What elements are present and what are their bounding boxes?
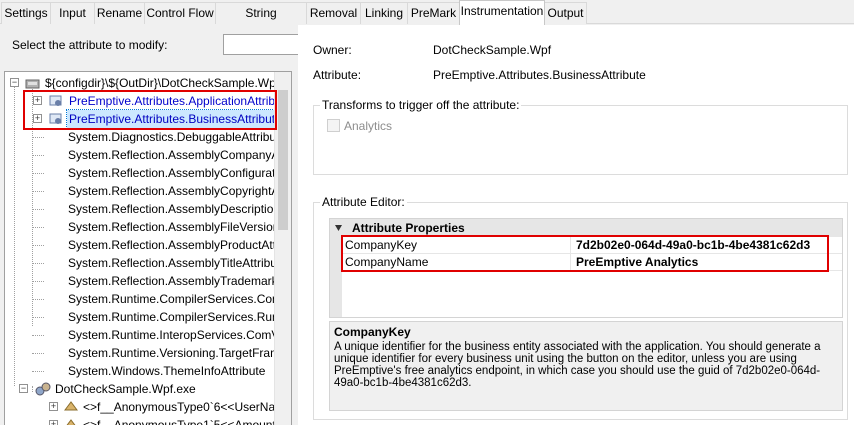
tree-item-label-selected: PreEmptive.Attributes.BusinessAttribute [66,109,285,129]
tree-root-node[interactable]: − ${configdir}\${OutDir}\DotCheckSample.… [7,74,289,92]
attribute-label: Attribute: [313,68,362,82]
expand-icon[interactable]: + [33,114,42,123]
transforms-group [313,105,848,175]
attribute-tree[interactable]: − ${configdir}\${OutDir}\DotCheckSample.… [4,71,292,425]
tree-item-application-attribute[interactable]: + PreEmptive.Attributes.ApplicationAttri… [25,92,291,110]
property-name: CompanyName [345,255,429,269]
scrollbar-thumb[interactable] [278,90,288,230]
class-icon [64,401,78,411]
tree-scrollbar[interactable] [274,72,291,425]
property-description: CompanyKey A unique identifier for the b… [329,321,843,411]
tab-control-flow[interactable]: Control Flow [144,2,216,24]
attribute-icon [49,113,62,124]
tab-input[interactable]: Input [50,2,95,24]
owner-label: Owner: [313,43,352,57]
property-name: CompanyKey [345,238,418,252]
transforms-group-title: Transforms to trigger off the attribute: [320,98,522,112]
expand-icon[interactable]: + [49,420,58,425]
tab-bar: Settings Input Rename Control Flow Strin… [0,0,854,40]
analytics-checkbox-label: Analytics [344,119,393,133]
tree-root-label: ${configdir}\${OutDir}\DotCheckSample.Wp… [45,76,290,90]
tab-premark[interactable]: PreMark [407,2,460,24]
select-attribute-label: Select the attribute to modify: [12,38,168,52]
expand-icon[interactable]: + [49,402,58,411]
tab-linking[interactable]: Linking [360,2,408,24]
attribute-editor-title: Attribute Editor: [320,195,407,209]
tab-string-encryption[interactable]: String Encryption [215,2,307,40]
attribute-icon [49,95,62,106]
attribute-value: PreEmptive.Attributes.BusinessAttribute [433,68,646,82]
analytics-checkbox[interactable] [327,119,340,132]
property-category-label: Attribute Properties [352,221,465,235]
attribute-selector-panel: Select the attribute to modify: − ${conf… [0,25,303,425]
tree-item-business-attribute[interactable]: + PreEmptive.Attributes.BusinessAttribut… [25,109,285,129]
module-icon [35,382,51,396]
collapse-icon[interactable]: − [19,384,28,393]
file-path-icon [25,79,40,89]
tab-removal[interactable]: Removal [306,2,361,24]
tab-rename[interactable]: Rename [94,2,145,24]
tab-instrumentation[interactable]: Instrumentation [459,0,545,25]
property-value-input[interactable]: 7d2b02e0-064d-49a0-bc1b-4be4381c62d3 [576,237,810,253]
property-row-companyname[interactable]: CompanyName PreEmptive Analytics [330,254,842,271]
property-value-input[interactable]: PreEmptive Analytics [576,254,698,270]
tree-module-label: DotCheckSample.Wpf.exe [55,382,196,396]
property-grid[interactable]: Attribute Properties CompanyKey 7d2b02e0… [329,218,843,318]
description-title: CompanyKey [334,325,411,339]
tab-settings[interactable]: Settings [1,2,51,24]
property-category-header[interactable]: Attribute Properties [330,219,842,237]
collapse-icon[interactable]: − [10,78,19,87]
tree-item-label: PreEmptive.Attributes.ApplicationAttribu… [69,94,292,108]
tab-output[interactable]: Output [544,2,587,24]
chevron-down-icon[interactable] [334,224,343,232]
expand-icon[interactable]: + [33,96,42,105]
attribute-details-panel: Owner: DotCheckSample.Wpf Attribute: Pre… [298,25,854,425]
property-row-companykey[interactable]: CompanyKey 7d2b02e0-064d-49a0-bc1b-4be43… [330,237,842,254]
owner-value: DotCheckSample.Wpf [433,43,552,57]
class-icon [66,419,76,425]
description-text: A unique identifier for the business ent… [334,341,821,389]
attribute-search-input[interactable] [223,34,303,55]
